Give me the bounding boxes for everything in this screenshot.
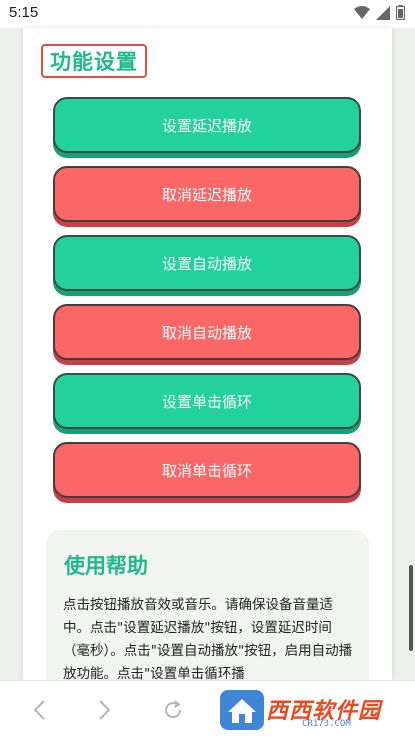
scrollbar-thumb[interactable]: [409, 565, 413, 651]
forward-icon[interactable]: [88, 693, 122, 727]
cancel-click-loop-button[interactable]: 取消单击循环: [53, 442, 361, 498]
cancel-auto-play-button[interactable]: 取消自动播放: [53, 304, 361, 360]
cancel-delay-play-button[interactable]: 取消延迟播放: [53, 166, 361, 222]
watermark-logo: 西西软件园 CR173.COM: [220, 687, 410, 733]
status-icons: [354, 5, 405, 20]
wifi-icon: [354, 5, 370, 19]
status-bar: 5:15: [0, 0, 415, 28]
set-click-loop-button[interactable]: 设置单击循环: [53, 373, 361, 429]
set-auto-play-button[interactable]: 设置自动播放: [53, 235, 361, 291]
refresh-icon[interactable]: [156, 693, 190, 727]
web-page: 功能设置 设置延迟播放 取消延迟播放 设置自动播放 取消自动播放 设置单击循环 …: [23, 28, 392, 680]
help-card: 使用帮助 点击按钮播放音效或音乐。请确保设备音量适中。点击"设置延迟播放"按钮，…: [46, 530, 369, 680]
battery-icon: [396, 5, 405, 20]
help-text: 点击按钮播放音效或音乐。请确保设备音量适中。点击"设置延迟播放"按钮，设置延迟时…: [63, 597, 353, 680]
back-icon[interactable]: [22, 693, 56, 727]
help-title: 使用帮助: [64, 554, 148, 578]
set-delay-play-button[interactable]: 设置延迟播放: [53, 97, 361, 153]
watermark-subtext: CR173.COM: [302, 719, 351, 729]
signal-icon: [376, 5, 390, 20]
browser-nav-bar: 西西软件园 CR173.COM: [0, 680, 415, 739]
house-icon: [220, 690, 264, 730]
section-title: 功能设置: [41, 44, 147, 78]
status-time: 5:15: [9, 4, 39, 21]
